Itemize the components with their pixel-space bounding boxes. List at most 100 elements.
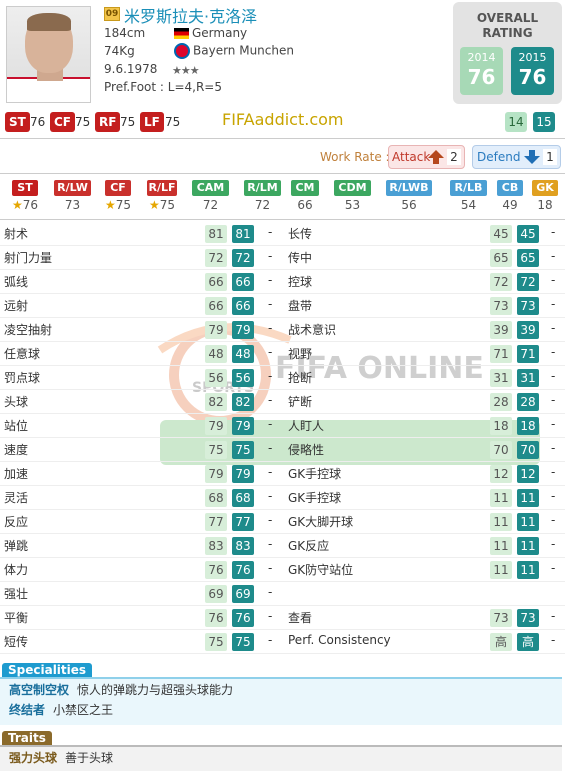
stat-dash: -: [268, 561, 273, 575]
stat-dash: -: [268, 369, 273, 383]
stat-dash: -: [551, 273, 556, 287]
stat-current: 73: [517, 297, 539, 315]
position-value: ★75: [104, 198, 132, 212]
specialities-title: Specialities: [2, 663, 93, 678]
overall-rating-panel: OVERALL RATING 2014 76 2015 76: [453, 2, 562, 104]
stat-current: 79: [232, 321, 254, 339]
stat-current: 11: [517, 489, 539, 507]
stat-current: 39: [517, 321, 539, 339]
stat-current: 79: [232, 417, 254, 435]
stat-dash: -: [551, 465, 556, 479]
top-position-value: 75: [75, 115, 91, 129]
speciality-name: 终结者: [9, 703, 46, 717]
defend-work-rate: Defend 1: [472, 145, 561, 169]
skill-stars: ★★★: [172, 64, 200, 77]
position-label: CDM: [334, 180, 371, 196]
stat-current: 72: [517, 273, 539, 291]
stat-base: 79: [205, 417, 227, 435]
stat-row: 速度 75 75- 侵略性 70 70-: [0, 438, 565, 462]
stat-row: 短传 75 75- Perf. Consistency 高高 -: [0, 630, 565, 654]
stat-dash: -: [551, 561, 556, 575]
stat-dash: -: [268, 273, 273, 287]
stat-base: 65: [490, 249, 512, 267]
star-icon: ★: [11, 198, 23, 212]
attack-work-rate: Attack 2: [388, 145, 465, 169]
stat-dash: -: [551, 441, 556, 455]
stat-name: 头球: [4, 395, 29, 409]
stat-name: 控球: [288, 275, 313, 289]
stat-name: 人盯人: [288, 419, 325, 433]
stat-base: 66: [205, 297, 227, 315]
stat-current: 75: [232, 441, 254, 459]
stat-base: 56: [205, 369, 227, 387]
stat-name: GK反应: [288, 539, 330, 553]
stat-dash: -: [268, 441, 273, 455]
position-tile-cm: CM 66: [287, 180, 323, 215]
stat-current: 79: [232, 465, 254, 483]
stat-current: 81: [232, 225, 254, 243]
stat-row: 强壮 69 69-: [0, 582, 565, 606]
stat-dash: -: [268, 225, 273, 239]
stat-base: 73: [490, 609, 512, 627]
stat-dash: -: [268, 321, 273, 335]
stat-dash: -: [551, 321, 556, 335]
rating-2014: 2014 76: [460, 47, 503, 95]
player-birthdate: 9.6.1978: [104, 62, 158, 76]
position-value: ★76: [11, 198, 39, 212]
stat-base: 11: [490, 489, 512, 507]
position-label: R/LM: [244, 180, 281, 196]
rating-2015: 2015 76: [511, 47, 554, 95]
position-value: 54: [460, 198, 477, 212]
stat-base: 71: [490, 345, 512, 363]
stat-dash: -: [551, 225, 556, 239]
stat-name: GK大脚开球: [288, 515, 354, 529]
position-tile-rlf: R/LF ★75: [143, 180, 181, 215]
position-value: 72: [254, 198, 271, 212]
stat-dash: -: [551, 345, 556, 359]
stat-name: 查看: [288, 611, 313, 625]
player-photo: [6, 6, 91, 103]
stat-dash: -: [268, 609, 273, 623]
stat-name: 强壮: [4, 587, 29, 601]
stat-current: 65: [517, 249, 539, 267]
top-position-cf: CF: [50, 112, 76, 132]
stat-row: 加速 79 79- GK手控球 12 12-: [0, 462, 565, 486]
stat-dash: -: [551, 609, 556, 623]
stat-dash: -: [268, 585, 273, 599]
position-value: ★75: [148, 198, 176, 212]
stat-name: 射术: [4, 227, 29, 241]
stat-name: 弹跳: [4, 539, 29, 553]
stat-dash: -: [268, 513, 273, 527]
preferred-foot: Pref.Foot : L=4,R=5: [104, 80, 222, 94]
position-value: 73: [64, 198, 81, 212]
position-value: 53: [344, 198, 361, 212]
germany-flag-icon: [174, 28, 189, 39]
stat-base: 72: [490, 273, 512, 291]
site-link[interactable]: FIFAaddict.com: [222, 110, 344, 129]
stat-dash: -: [268, 465, 273, 479]
stat-current: 69: [232, 585, 254, 603]
stat-name: 凌空抽射: [4, 323, 53, 337]
club: Bayern Munchen: [174, 43, 294, 59]
stat-row: 射术 81 81- 长传 45 45-: [0, 222, 565, 246]
stat-row: 远射 66 66- 盘带 73 73-: [0, 294, 565, 318]
top-position-value: 76: [30, 115, 46, 129]
stat-name: 弧线: [4, 275, 29, 289]
stat-base: 11: [490, 513, 512, 531]
stat-current: 11: [517, 537, 539, 555]
stat-current: 28: [517, 393, 539, 411]
star-icon: ★: [104, 198, 116, 212]
stat-current: 71: [517, 345, 539, 363]
stat-base: 76: [205, 609, 227, 627]
stat-row: 凌空抽射 79 79- 战术意识 39 39-: [0, 318, 565, 342]
stat-base: 31: [490, 369, 512, 387]
stat-base: 77: [205, 513, 227, 531]
stat-dash: -: [268, 633, 273, 647]
stat-row: 体力 76 76- GK防守站位 11 11-: [0, 558, 565, 582]
position-label: ST: [12, 180, 38, 196]
stat-base: 28: [490, 393, 512, 411]
stat-current: 56: [232, 369, 254, 387]
stat-base: 76: [205, 561, 227, 579]
stat-dash: -: [551, 249, 556, 263]
stat-name: 罚点球: [4, 371, 41, 385]
